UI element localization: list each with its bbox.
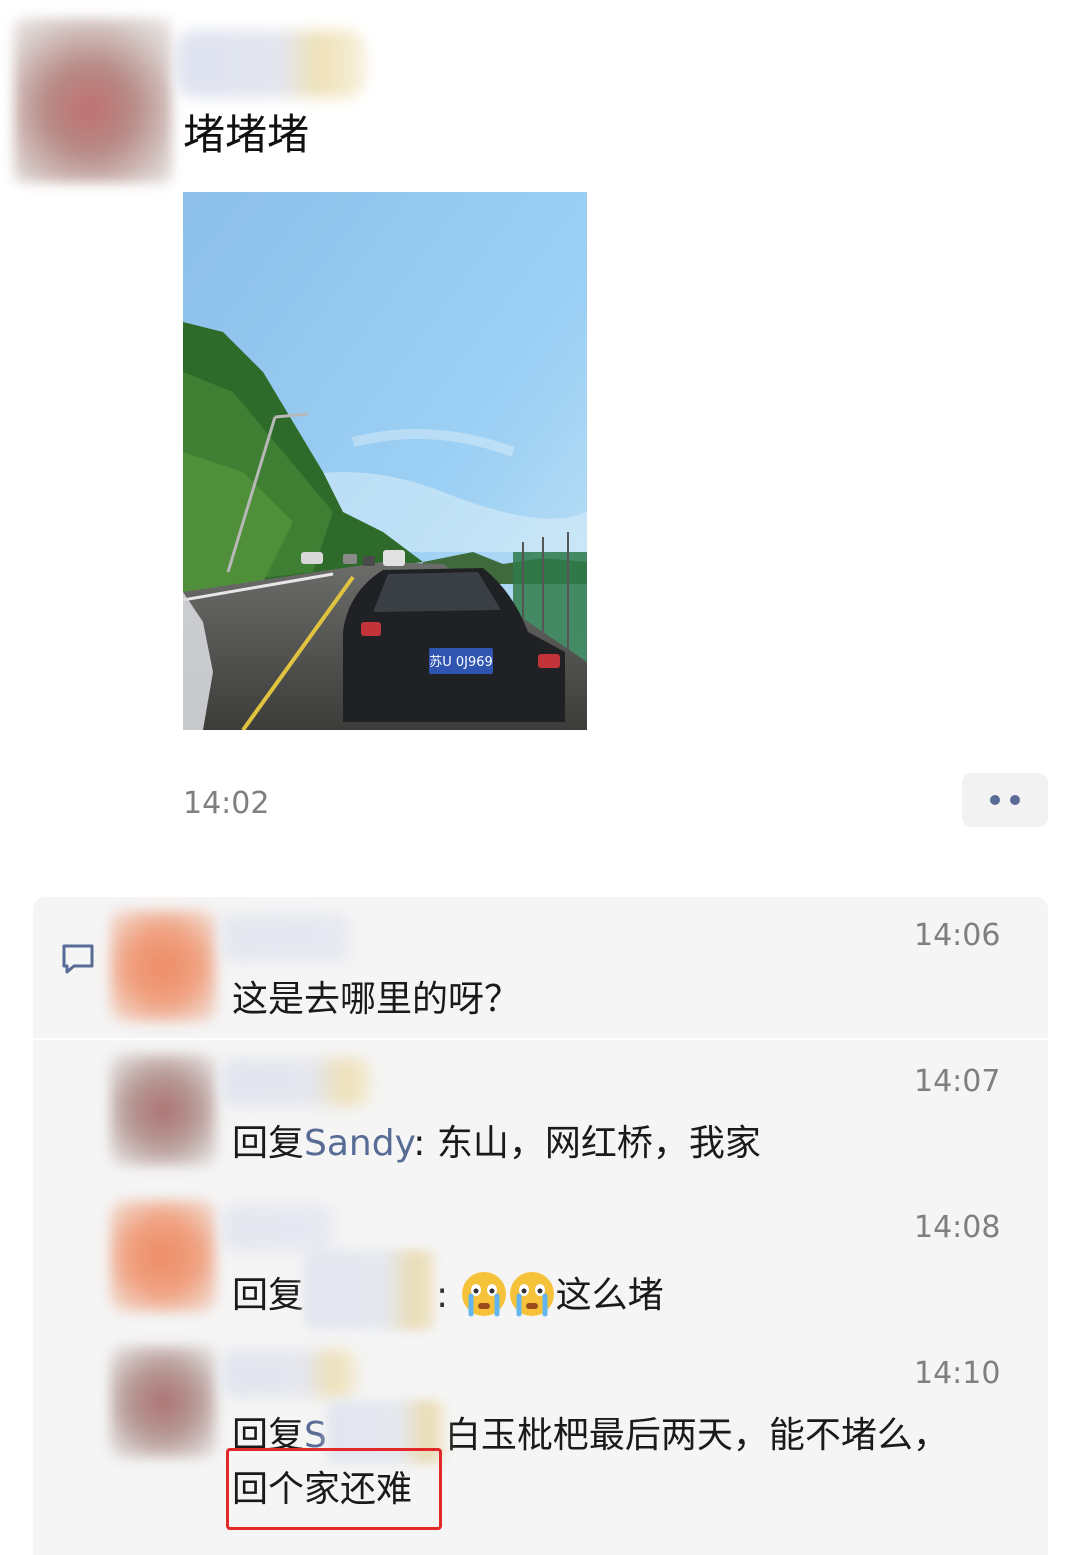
reply-separator: : xyxy=(436,1275,460,1316)
poster-name-redacted[interactable] xyxy=(176,30,366,98)
crying-face-icon xyxy=(509,1272,554,1317)
highlight-annotation xyxy=(226,1448,442,1530)
poster-avatar[interactable] xyxy=(14,18,172,183)
reply-prefix: 回复 xyxy=(232,1123,305,1164)
commenter-name-redacted[interactable] xyxy=(222,1350,358,1398)
commenter-avatar[interactable] xyxy=(110,1200,216,1312)
comments-divider xyxy=(33,1038,1048,1040)
comment-time: 14:08 xyxy=(914,1210,1001,1245)
commenter-avatar[interactable] xyxy=(110,1054,216,1166)
commenter-avatar[interactable] xyxy=(110,1346,216,1458)
comment-time: 14:06 xyxy=(914,918,1001,953)
reply-separator: : xyxy=(413,1123,437,1164)
reply-to-name[interactable]: Sandy xyxy=(304,1123,413,1164)
comment-text[interactable]: 这是去哪里的呀？ xyxy=(232,974,520,1026)
commenter-avatar[interactable] xyxy=(110,910,216,1022)
reply-body: 白玉枇杷最后两天，能不堵么， xyxy=(444,1415,949,1456)
reply-body: 东山，网红桥，我家 xyxy=(436,1123,761,1164)
dot-icon xyxy=(990,795,1000,805)
comment-time: 14:07 xyxy=(914,1064,1001,1099)
comment-time: 14:10 xyxy=(914,1356,1001,1391)
post-time: 14:02 xyxy=(183,786,270,821)
reply-body: 这么堵 xyxy=(555,1275,664,1316)
comment-text[interactable]: 回复: 这么堵 xyxy=(232,1250,664,1330)
crying-face-icon xyxy=(461,1272,506,1317)
license-plate-text: 苏U 0J969 xyxy=(429,654,493,670)
commenter-name-redacted[interactable] xyxy=(222,914,350,962)
reply-prefix: 回复 xyxy=(232,1275,305,1316)
post-text: 堵堵堵 xyxy=(183,110,310,159)
dot-icon xyxy=(1010,795,1020,805)
comment-text[interactable]: 回复Sandy: 东山，网红桥，我家 xyxy=(232,1118,761,1170)
commenter-name-redacted[interactable] xyxy=(222,1058,372,1106)
reply-to-name-redacted[interactable] xyxy=(304,1250,437,1330)
more-actions-button[interactable] xyxy=(962,773,1048,827)
post-photo[interactable]: 苏U 0J969 xyxy=(183,192,587,730)
comment-icon xyxy=(60,942,96,976)
commenter-name-redacted[interactable] xyxy=(222,1204,334,1252)
